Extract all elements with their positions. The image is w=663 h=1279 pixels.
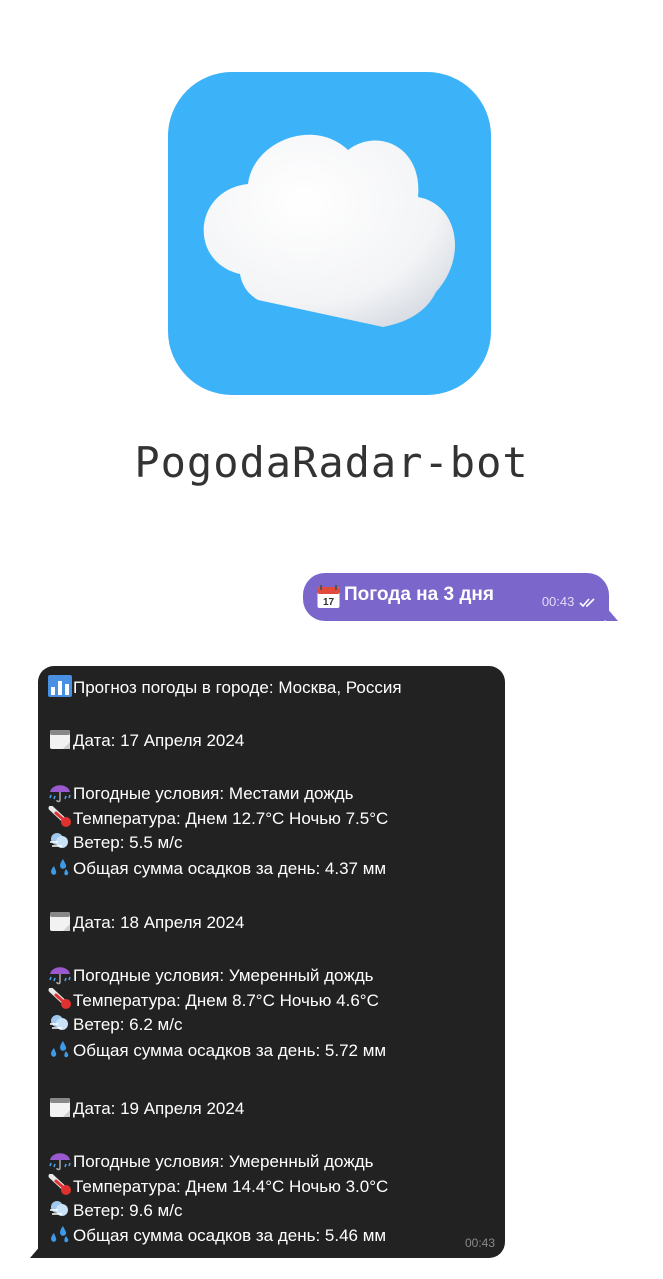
day-date: Дата: 19 Апреля 2024 [48,1096,244,1120]
day-wind: Ветер: 5.5 м/с [48,830,182,854]
forecast-header: Прогноз погоды в городе: Москва, Россия [48,675,402,699]
calendar-icon [50,730,70,749]
day-temperature: Температура: Днем 12.7°C Ночью 7.5°C [48,806,388,830]
day-precipitation: Общая сумма осадков за день: 5.72 мм [48,1038,386,1062]
thermometer-icon [48,1174,71,1195]
message-text: Погода на 3 дня [344,584,494,605]
day-wind: Ветер: 6.2 м/с [48,1012,182,1036]
message-meta: 00:43 [542,594,597,609]
umbrella-rain-icon [49,785,71,803]
message-time: 00:43 [464,1236,495,1250]
calendar-icon [50,912,70,931]
umbrella-rain-icon [49,967,71,985]
day-date: Дата: 18 Апреля 2024 [48,910,244,934]
wind-icon [50,833,68,848]
day-conditions: Погодные условия: Местами дождь [48,781,353,805]
outgoing-message[interactable]: 17 Погода на 3 дня 00:43 [303,573,618,621]
calendar-icon: 17 [317,585,340,608]
wind-icon [50,1201,68,1216]
droplets-icon [51,859,69,876]
app-icon [168,72,491,395]
umbrella-rain-icon [49,1153,71,1171]
day-precipitation: Общая сумма осадков за день: 4.37 мм [48,856,386,880]
bubble-tail [606,607,618,621]
forecast-header-text: Прогноз погоды в городе: Москва, Россия [73,678,402,697]
day-conditions: Погодные условия: Умеренный дождь [48,1149,373,1173]
day-date: Дата: 17 Апреля 2024 [48,728,244,752]
svg-text:17: 17 [323,597,335,608]
bot-name: PogodaRadar-bot [134,438,529,487]
day-temperature: Температура: Днем 14.4°C Ночью 3.0°C [48,1174,388,1198]
droplets-icon [51,1041,69,1058]
thermometer-icon [48,988,71,1009]
wind-icon [50,1015,68,1030]
thermometer-icon [48,806,71,827]
day-temperature: Температура: Днем 8.7°C Ночью 4.6°C [48,988,379,1012]
calendar-icon [50,1098,70,1117]
cloud-icon [203,134,456,327]
bar-chart-icon [48,675,72,697]
droplets-icon [51,1226,69,1243]
bubble-tail [30,1244,42,1258]
message-time: 00:43 [541,594,575,609]
double-check-icon [579,598,595,608]
day-precipitation: Общая сумма осадков за день: 5.46 мм [48,1223,386,1247]
day-conditions: Погодные условия: Умеренный дождь [48,963,373,987]
incoming-message[interactable]: Прогноз погоды в городе: Москва, Россия … [30,666,505,1258]
day-wind: Ветер: 9.6 м/с [48,1198,182,1222]
